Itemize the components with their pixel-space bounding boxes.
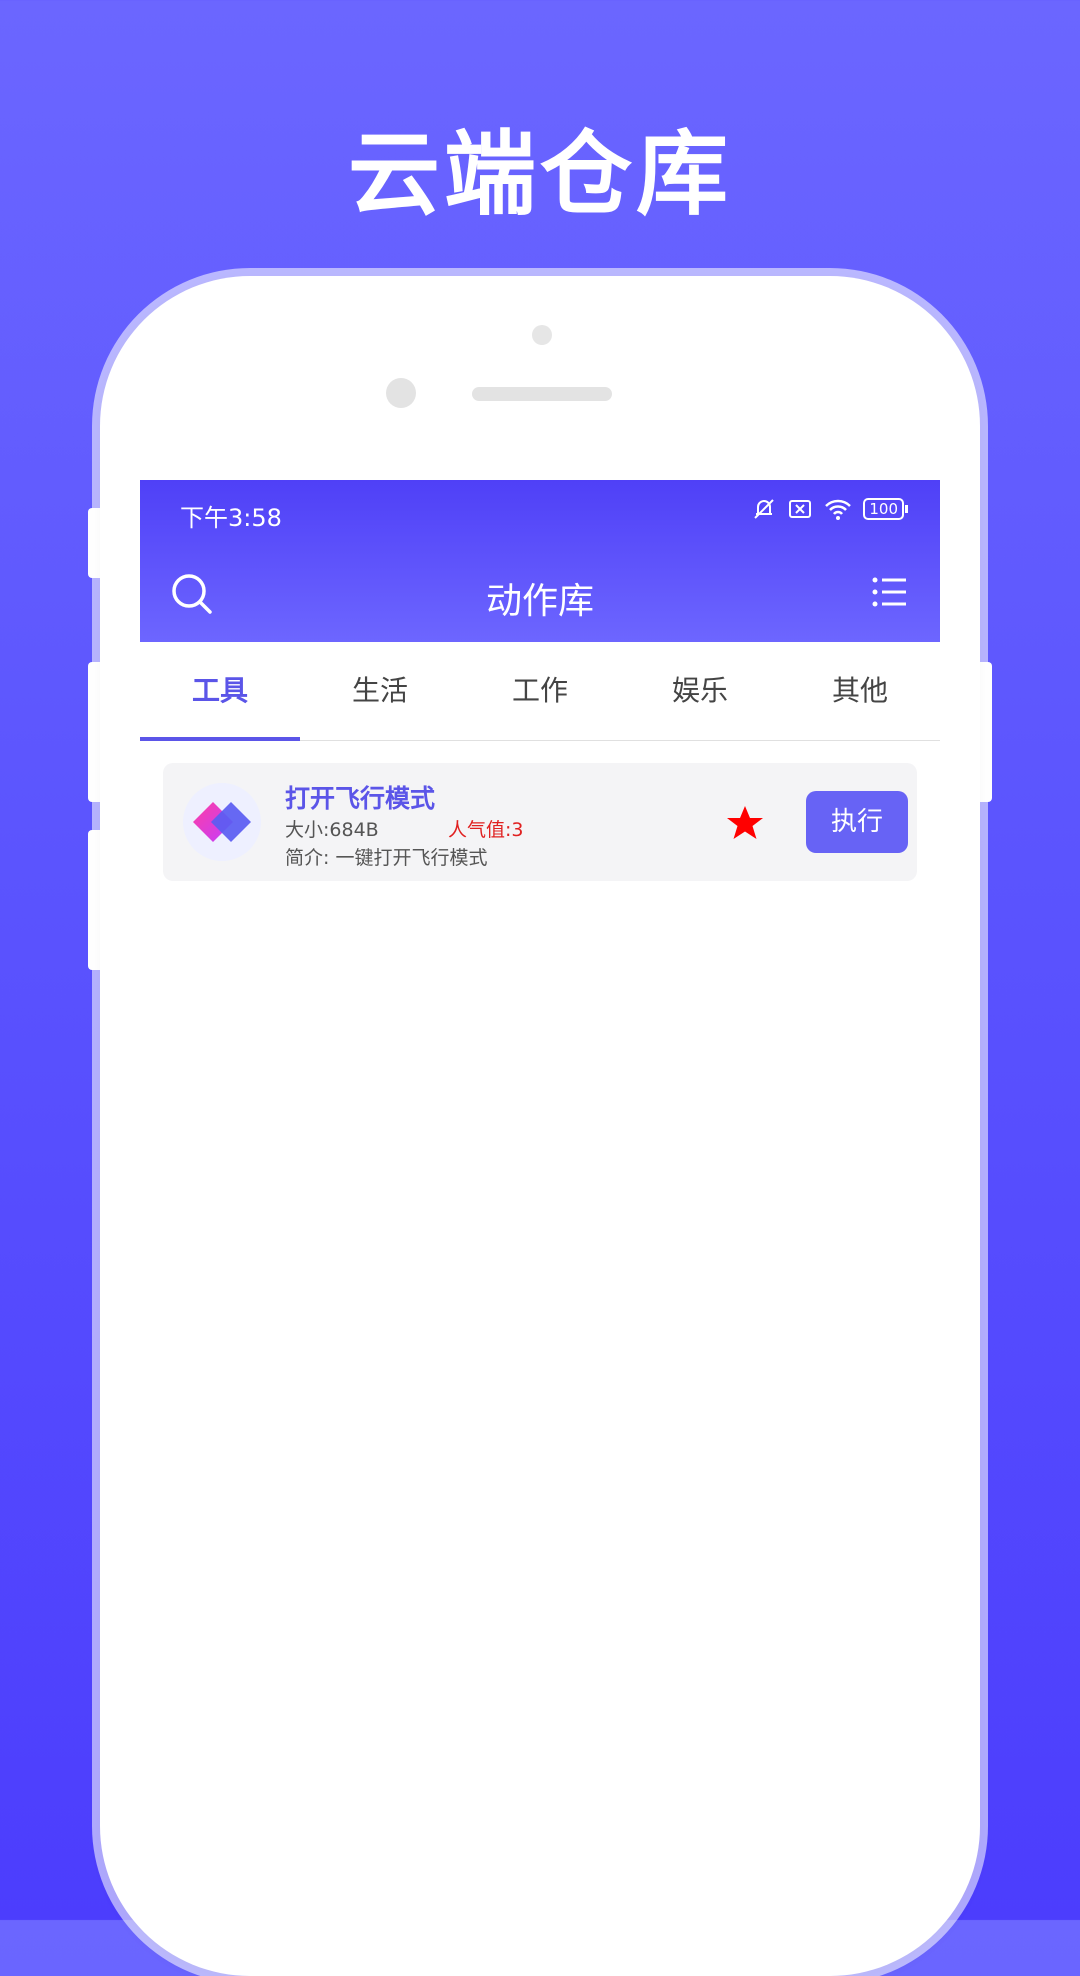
phone-screen: 下午3:58 100 动作库 工具 生活 工作 娱乐 其他 打开飞行模式 大小:…: [140, 480, 940, 1920]
star-icon[interactable]: [725, 803, 765, 843]
list-menu-icon[interactable]: [870, 572, 910, 612]
phone-camera: [386, 378, 416, 408]
tab-tools[interactable]: 工具: [140, 642, 300, 741]
mute-bell-icon: [754, 499, 775, 519]
tab-entertainment[interactable]: 娱乐: [620, 642, 780, 740]
category-tabs: 工具 生活 工作 娱乐 其他: [140, 642, 940, 741]
hero-title: 云端仓库: [347, 121, 732, 228]
tab-work[interactable]: 工作: [460, 642, 620, 740]
item-description: 简介: 一键打开飞行模式: [285, 847, 488, 869]
item-icon: [183, 783, 261, 861]
page-title: 动作库: [485, 581, 594, 622]
tab-other[interactable]: 其他: [780, 642, 940, 740]
wifi-icon: [825, 499, 852, 520]
item-title: 打开飞行模式: [285, 784, 436, 813]
list-item[interactable]: 打开飞行模式 大小:684B 人气值:3 简介: 一键打开飞行模式 执行: [163, 763, 917, 881]
execute-button[interactable]: 执行: [806, 791, 908, 853]
battery-indicator: 100: [863, 498, 908, 520]
item-size: 大小:684B: [285, 819, 379, 841]
phone-speaker: [472, 387, 612, 401]
phone-sensor: [532, 325, 552, 345]
status-time: 下午3:58: [180, 504, 282, 532]
item-popularity: 人气值:3: [448, 819, 524, 841]
status-icons: 100: [751, 496, 908, 522]
no-sim-icon: [789, 500, 812, 518]
tab-life[interactable]: 生活: [300, 642, 460, 740]
diamond-app-icon: [193, 802, 251, 842]
app-header: 下午3:58 100 动作库: [140, 480, 940, 642]
